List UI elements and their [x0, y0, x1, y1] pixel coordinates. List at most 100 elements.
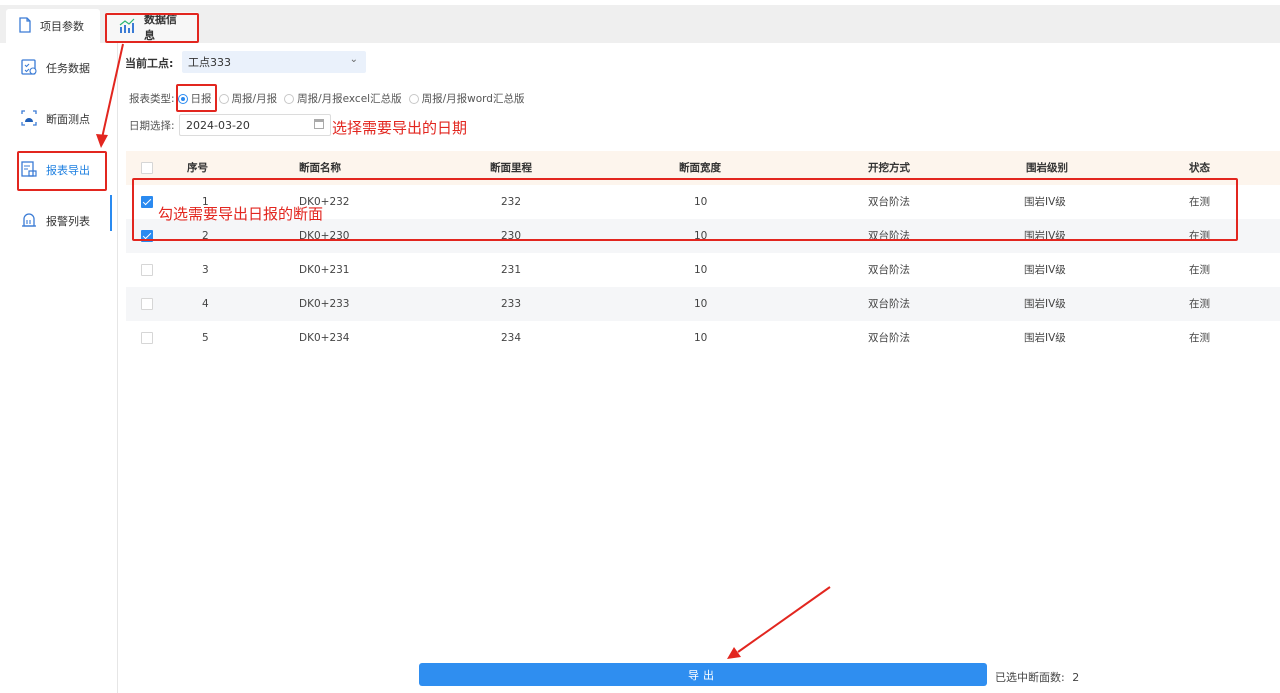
- radio-weekly-monthly[interactable]: 周报/月报: [218, 91, 278, 106]
- radio-dot: [218, 93, 229, 104]
- radio-dot: [177, 93, 188, 104]
- cell-width: 10: [694, 332, 708, 344]
- rows-hint-annotation: 勾选需要导出日报的断面: [158, 205, 324, 223]
- radio-daily[interactable]: 日报: [177, 91, 212, 106]
- cell-name: DK0+231: [299, 264, 350, 276]
- workpoint-value: 工点333: [188, 56, 231, 69]
- radio-label: 周报/月报: [231, 93, 278, 105]
- main-content: 当前工点: 工点333 ⌄ 报表类型: 日报 周报/月报 周报/月报excel汇…: [118, 43, 1280, 693]
- sidebar-item-label: 任务数据: [46, 62, 90, 75]
- radio-label: 日报: [190, 93, 212, 105]
- row-checkbox[interactable]: [141, 230, 153, 242]
- row-checkbox[interactable]: [141, 298, 153, 310]
- sidebar-item-alarm-list[interactable]: 报警列表: [20, 206, 110, 236]
- report-type-label: 报表类型:: [129, 93, 175, 105]
- cell-status: 在测: [1189, 298, 1210, 310]
- date-picker[interactable]: 2024-03-20: [179, 114, 331, 136]
- date-value: 2024-03-20: [186, 118, 250, 132]
- selected-count-value: 2: [1072, 671, 1080, 684]
- document-icon: [18, 16, 32, 36]
- header-mileage: 断面里程: [490, 162, 532, 174]
- table-row[interactable]: 5 DK0+234 234 10 双台阶法 围岩IV级 在测: [126, 321, 1280, 355]
- cell-method: 双台阶法: [868, 264, 910, 276]
- sidebar-item-task-data[interactable]: 任务数据: [20, 53, 110, 83]
- date-label: 日期选择:: [129, 120, 175, 132]
- cell-rock-grade: 围岩IV级: [1024, 332, 1066, 344]
- sidebar-item-label: 断面测点: [46, 113, 90, 126]
- radio-dot: [408, 93, 419, 104]
- row-checkbox[interactable]: [141, 264, 153, 276]
- cell-method: 双台阶法: [868, 298, 910, 310]
- cell-width: 10: [694, 230, 708, 242]
- header-name: 断面名称: [299, 162, 341, 174]
- workpoint-select[interactable]: 工点333 ⌄: [182, 51, 366, 73]
- cell-mileage: 233: [501, 298, 522, 310]
- sidebar: 任务数据 断面测点 报表导出 报警列表: [0, 43, 118, 693]
- cell-method: 双台阶法: [868, 196, 910, 208]
- radio-label: 周报/月报word汇总版: [421, 93, 525, 105]
- cell-status: 在测: [1189, 332, 1210, 344]
- report-type-group: 报表类型: 日报 周报/月报 周报/月报excel汇总版 周报/月报word汇总…: [129, 91, 528, 106]
- header-rock-grade: 围岩级别: [1026, 162, 1068, 174]
- header-index: 序号: [187, 162, 208, 174]
- cell-rock-grade: 围岩IV级: [1024, 264, 1066, 276]
- chevron-down-icon: ⌄: [349, 54, 358, 65]
- cell-status: 在测: [1189, 230, 1210, 242]
- cell-method: 双台阶法: [868, 230, 910, 242]
- cell-index: 2: [202, 230, 209, 242]
- radio-word-summary[interactable]: 周报/月报word汇总版: [408, 91, 525, 106]
- table-row[interactable]: 3 DK0+231 231 10 双台阶法 围岩IV级 在测: [126, 253, 1280, 287]
- cell-index: 4: [202, 298, 209, 310]
- radio-label: 周报/月报excel汇总版: [297, 93, 402, 105]
- cell-name: DK0+230: [299, 230, 350, 242]
- cell-mileage: 232: [501, 196, 522, 208]
- sidebar-item-section-points[interactable]: 断面测点: [20, 104, 110, 134]
- selected-count-text: 已选中断面数: 2: [995, 669, 1079, 685]
- alarm-bell-icon: [20, 211, 38, 232]
- cell-width: 10: [694, 298, 708, 310]
- cell-status: 在测: [1189, 196, 1210, 208]
- selected-count-label: 已选中断面数:: [995, 671, 1065, 684]
- workpoint-label: 当前工点:: [125, 57, 174, 70]
- section-point-icon: [20, 109, 38, 130]
- tab-label: 数据信息: [144, 13, 177, 42]
- cell-name: DK0+234: [299, 332, 350, 344]
- date-hint-annotation: 选择需要导出的日期: [332, 119, 468, 137]
- cell-rock-grade: 围岩IV级: [1024, 196, 1066, 208]
- tab-project-params[interactable]: 项目参数: [6, 9, 100, 43]
- row-checkbox[interactable]: [141, 332, 153, 344]
- radio-dot: [284, 93, 295, 104]
- sidebar-item-label: 报警列表: [46, 215, 90, 228]
- cell-name: DK0+233: [299, 298, 350, 310]
- sidebar-item-report-export[interactable]: 报表导出: [20, 155, 110, 185]
- cell-mileage: 231: [501, 264, 522, 276]
- header-width: 断面宽度: [679, 162, 721, 174]
- table-row[interactable]: 4 DK0+233 233 10 双台阶法 围岩IV级 在测: [126, 287, 1280, 321]
- cell-method: 双台阶法: [868, 332, 910, 344]
- cell-index: 5: [202, 332, 209, 344]
- radio-excel-summary[interactable]: 周报/月报excel汇总版: [284, 91, 402, 106]
- header-status: 状态: [1189, 162, 1210, 174]
- active-indicator: [110, 195, 112, 231]
- cell-index: 3: [202, 264, 209, 276]
- cell-rock-grade: 围岩IV级: [1024, 230, 1066, 242]
- row-checkbox[interactable]: [141, 196, 153, 208]
- tab-data-info[interactable]: 数据信息: [106, 12, 198, 42]
- select-all-checkbox[interactable]: [141, 162, 153, 174]
- cell-status: 在测: [1189, 264, 1210, 276]
- task-clipboard-icon: [20, 58, 38, 79]
- export-button[interactable]: 导出: [419, 663, 987, 686]
- cell-rock-grade: 围岩IV级: [1024, 298, 1066, 310]
- header-method: 开挖方式: [868, 162, 910, 174]
- cell-mileage: 234: [501, 332, 522, 344]
- table-header: 序号 断面名称 断面里程 断面宽度 开挖方式 围岩级别 状态: [126, 151, 1280, 185]
- cell-width: 10: [694, 196, 708, 208]
- cell-width: 10: [694, 264, 708, 276]
- table-row[interactable]: 2 DK0+230 230 10 双台阶法 围岩IV级 在测: [126, 219, 1280, 253]
- sidebar-item-label: 报表导出: [46, 164, 90, 177]
- cell-mileage: 230: [501, 230, 522, 242]
- calendar-icon: [314, 119, 324, 129]
- tab-label: 项目参数: [40, 20, 84, 33]
- chart-icon: [118, 18, 136, 37]
- report-export-icon: [20, 160, 38, 181]
